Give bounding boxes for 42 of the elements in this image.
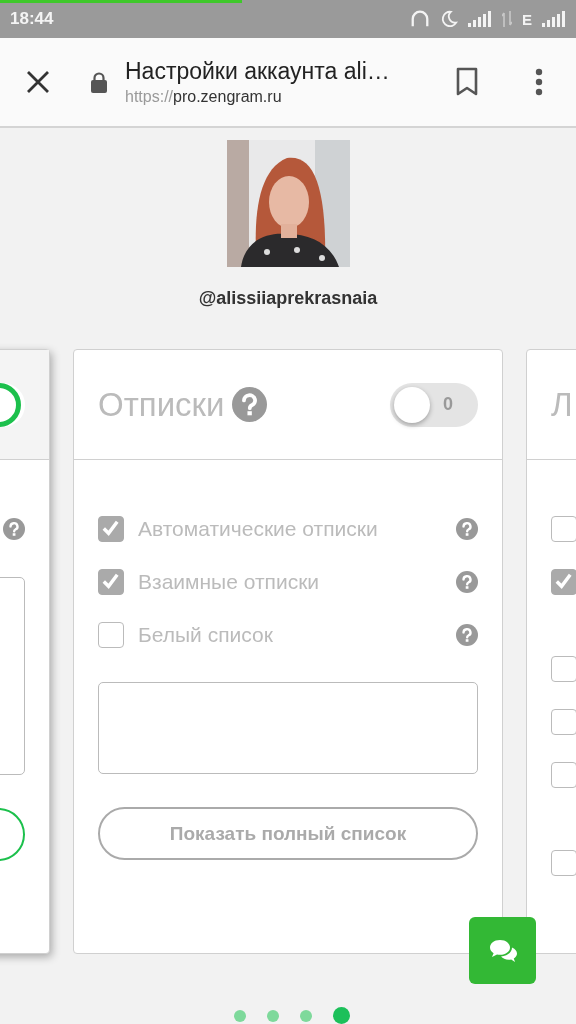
page-dot[interactable] (333, 1007, 350, 1024)
username: @alissiiaprekrasnaia (198, 288, 378, 309)
option-label: Автоматические отписки (138, 516, 378, 541)
clock-time: 18:44 (10, 9, 55, 29)
chat-bubbles-icon (487, 937, 518, 964)
signal-icon (542, 11, 566, 27)
list-field[interactable] (98, 682, 478, 774)
help-icon[interactable] (3, 517, 25, 540)
page-dot[interactable] (267, 1009, 279, 1022)
checkbox[interactable] (551, 655, 576, 682)
help-icon[interactable] (456, 623, 478, 646)
moon-icon (440, 10, 458, 28)
headphones-icon (410, 9, 430, 29)
data-arrows-icon (502, 11, 512, 27)
checkbox[interactable] (98, 621, 124, 648)
checkbox[interactable] (551, 515, 576, 542)
checkbox[interactable] (551, 568, 576, 595)
help-icon[interactable] (456, 517, 478, 540)
card-title: Отписки (98, 385, 225, 424)
card-title: Л (551, 385, 573, 424)
toggle-switch[interactable]: 0 (390, 382, 478, 427)
checkbox[interactable] (98, 515, 124, 542)
page-title: Настройки аккаунта ali… (125, 58, 391, 85)
help-icon[interactable] (456, 570, 478, 593)
checkbox[interactable] (98, 568, 124, 595)
option-label: Белый список (138, 622, 273, 647)
page-dot[interactable] (234, 1009, 246, 1022)
checkbox[interactable] (551, 761, 576, 788)
checkbox[interactable] (551, 849, 576, 876)
close-icon[interactable] (25, 69, 51, 95)
checkbox[interactable] (551, 708, 576, 735)
lock-icon (90, 71, 108, 93)
page-url: https://pro.zengram.ru (125, 88, 283, 106)
chat-button[interactable] (469, 917, 536, 984)
network-type: E (522, 10, 532, 28)
help-icon[interactable] (232, 387, 268, 422)
bookmark-icon[interactable] (455, 67, 479, 97)
page-dot[interactable] (300, 1009, 312, 1022)
signal-icon (468, 11, 492, 27)
menu-icon[interactable] (535, 68, 543, 96)
show-list-button[interactable]: Показать полный список (98, 807, 478, 860)
option-label: Взаимные отписки (138, 569, 320, 594)
